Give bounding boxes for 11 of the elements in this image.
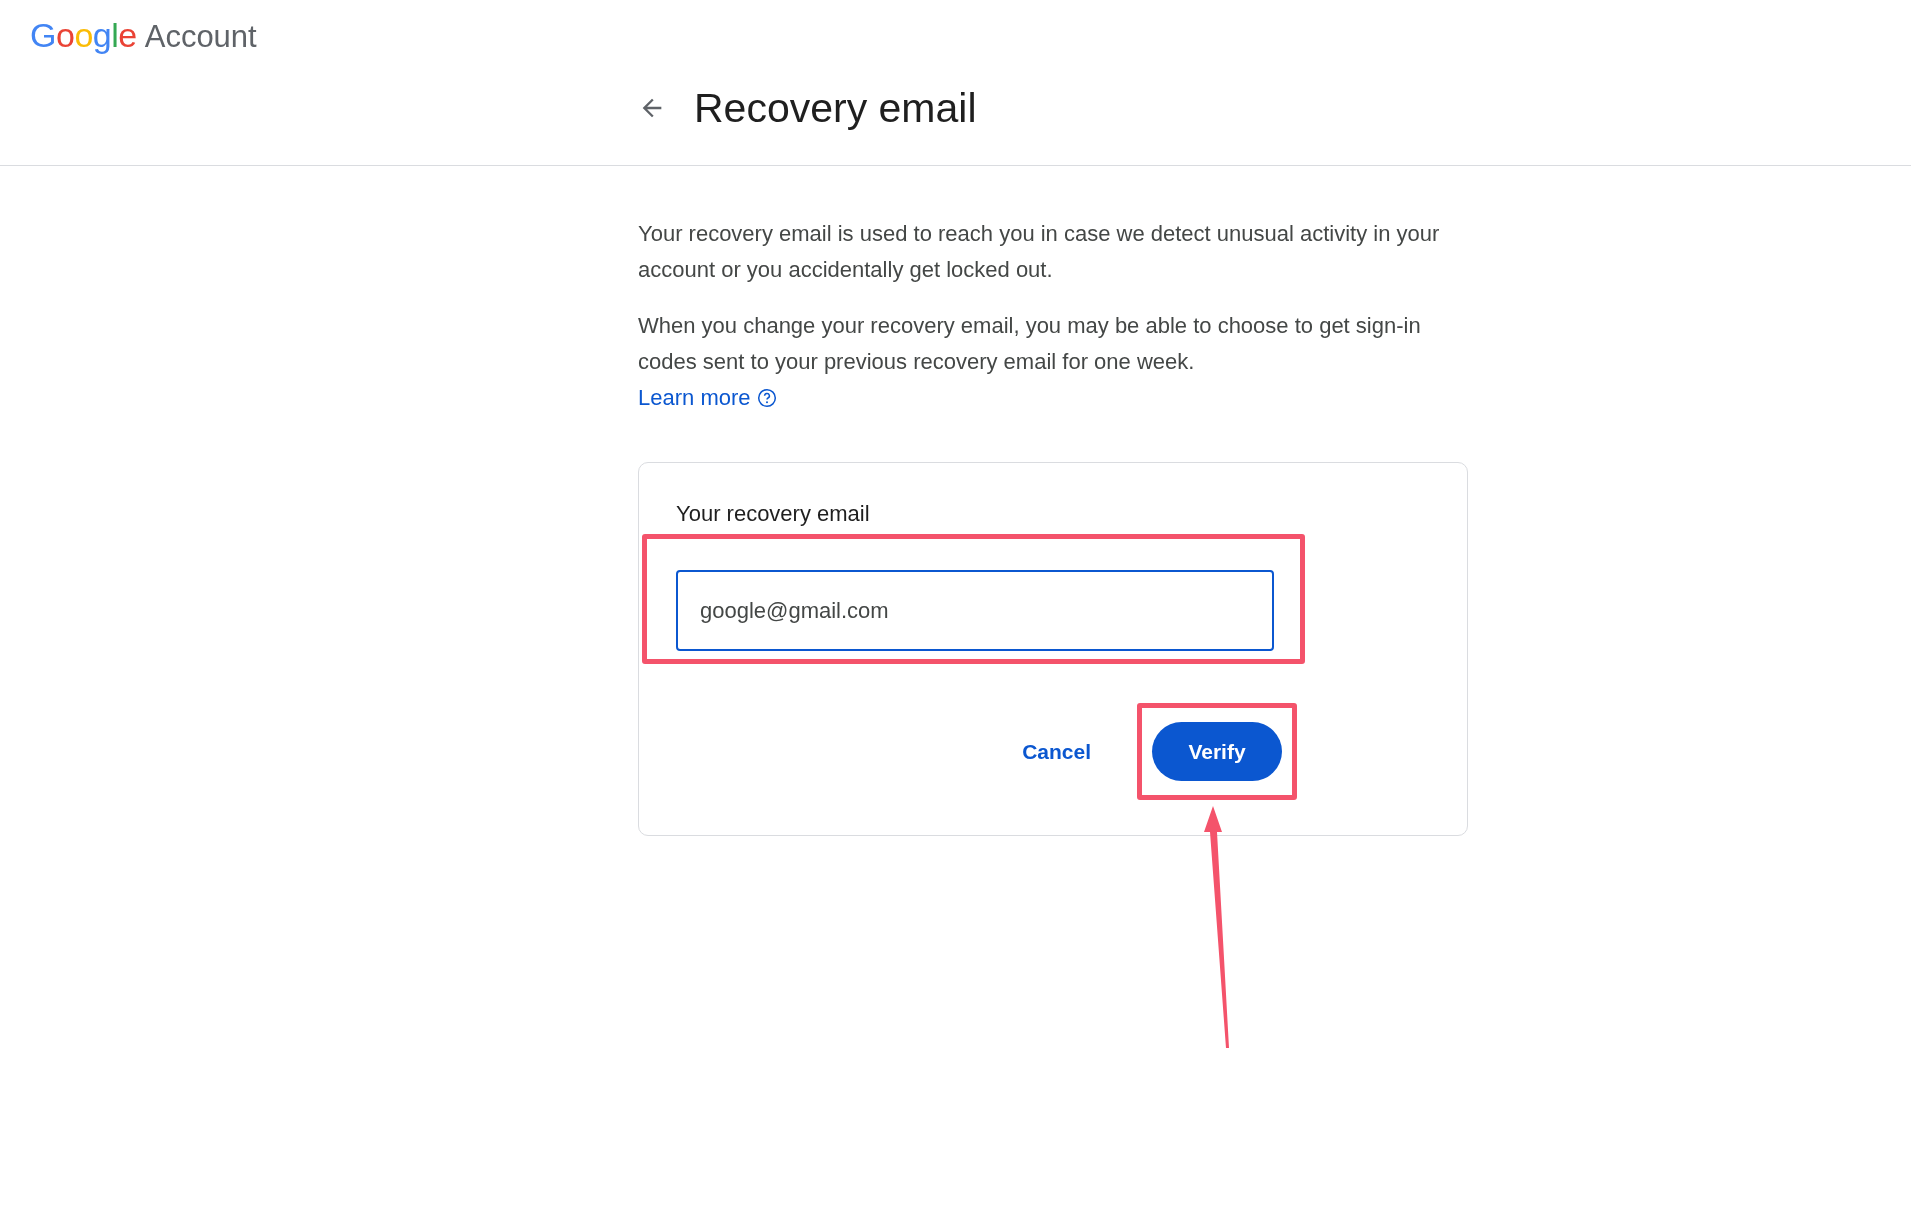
email-input-field[interactable]: google@gmail.com — [676, 570, 1274, 651]
cancel-button[interactable]: Cancel — [1014, 729, 1099, 774]
description-text: When you change your recovery email, you may be able to choose to get sign-in codes sent to your previous recovery email for one week. — [638, 312, 1422, 376]
logo-wordmark: Google — [30, 16, 137, 55]
field-label: Your recovery email — [676, 501, 871, 528]
product-name: Account — [144, 19, 257, 55]
help-icon[interactable] — [756, 388, 777, 408]
page-title: Recovery email — [694, 84, 977, 132]
verify-button[interactable]: Verify — [1152, 722, 1282, 781]
learn-more-link[interactable]: Learn more — [638, 385, 751, 411]
description-text: Your recovery email is used to reach you in case we detect unusual activity in your account or you accidentally get locked out. — [638, 220, 1441, 284]
